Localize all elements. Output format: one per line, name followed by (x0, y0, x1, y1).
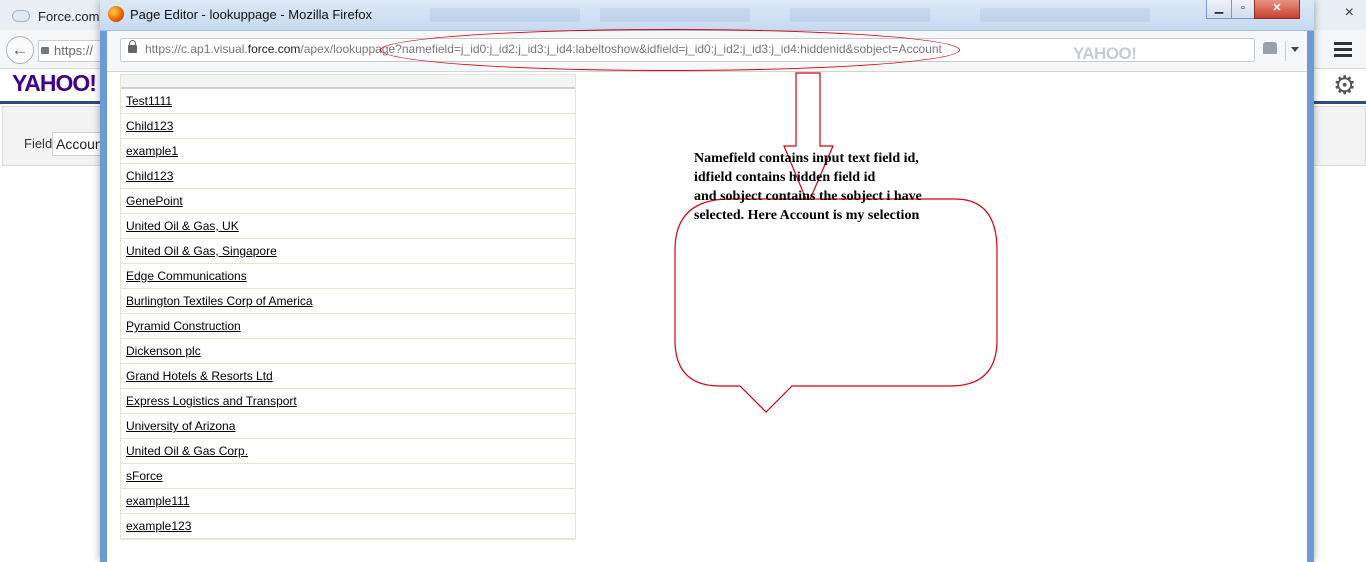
annotation-line: selected. Here Account is my selection (694, 208, 920, 223)
yahoo-logo: YAHOO! (12, 70, 97, 96)
background-url-text: https:// (54, 43, 94, 58)
hamburger-menu-icon[interactable] (1334, 39, 1352, 60)
background-close-icon[interactable]: × (1345, 4, 1354, 22)
background-tab-title: Force.com (38, 8, 100, 24)
annotation-text: Namefield contains input text field id, … (694, 149, 984, 225)
salesforce-cloud-icon (12, 10, 30, 22)
annotation-line: idfield contains hidden field id (694, 170, 876, 185)
lock-icon (41, 47, 49, 54)
background-tab[interactable]: Force.com (12, 4, 99, 28)
back-button[interactable]: ← (6, 36, 34, 64)
lookup-popup-window: Page Editor - lookuppage - Mozilla Firef… (100, 0, 1314, 562)
annotation-speech-bubble (674, 198, 998, 413)
annotation-line: and sobject contains the sobject i have (694, 189, 922, 204)
gear-icon[interactable]: ⚙ (1333, 70, 1356, 101)
field-label: Field (24, 136, 53, 151)
annotation-overlay (674, 72, 998, 413)
annotation-line: Namefield contains input text field id, (694, 151, 919, 166)
